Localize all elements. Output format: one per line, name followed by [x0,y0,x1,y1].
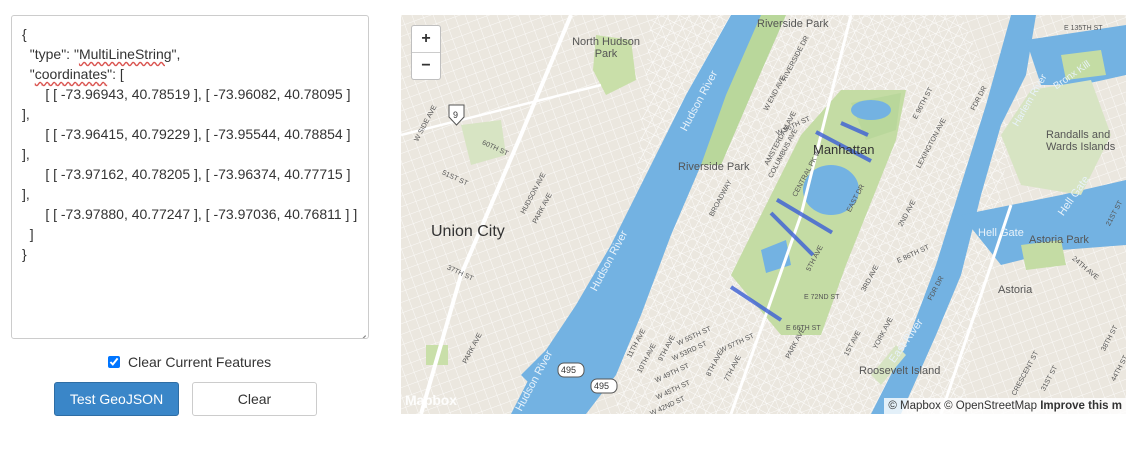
editor-line: ] [22,226,34,242]
clear-features-checkbox[interactable] [108,356,120,368]
editor-type-value: MultiLineString [78,46,172,62]
label-astoria-park: Astoria Park [1029,234,1089,246]
test-geojson-button[interactable]: Test GeoJSON [54,382,179,416]
label-hell-gate: Hell Gate [978,227,1024,239]
label-roosevelt-island: Roosevelt Island [859,365,941,377]
label-randalls-island: Randalls and Wards Islands [1046,129,1116,153]
clear-features-option[interactable]: Clear Current Features [108,353,271,371]
editor-line: ], [22,146,30,162]
label-north-hudson-park: North Hudson Park [572,36,640,60]
geojson-textarea[interactable]: { "type": "MultiLineString", "coordinate… [11,15,369,339]
editor-coordinates-key: coordinates [34,66,108,82]
editor-line: [ [ -73.97162, 40.78205 ], [ -73.96374, … [22,166,351,182]
zoom-control: + − [411,25,441,80]
editor-line: } [22,246,27,262]
editor-line: ], [22,106,30,122]
resize-handle-icon[interactable] [358,328,366,336]
editor-line: [ [ -73.97880, 40.77247 ], [ -73.97036, … [22,206,358,222]
mapbox-logo-icon[interactable]: Mapbox [405,392,457,408]
geojson-panel: { "type": "MultiLineString", "coordinate… [0,0,390,459]
map-attribution: © Mapbox © OpenStreetMap Improve this m [884,398,1126,414]
label-union-city: Union City [431,223,505,240]
label-riverside-park-top: Riverside Park [757,18,829,30]
clear-features-label: Clear Current Features [128,354,272,370]
editor-line: "coordinates": [ [22,66,124,82]
label-riverside-park: Riverside Park [678,161,750,173]
map-canvas [401,15,1126,414]
attribution-osm-link[interactable]: © OpenStreetMap [944,400,1037,412]
clear-button[interactable]: Clear [192,382,317,416]
zoom-out-button[interactable]: − [412,52,440,79]
label-astoria: Astoria [998,284,1033,296]
street-e135: E 135TH ST [1064,25,1103,32]
route-shield-495b-label: 495 [594,381,610,391]
zoom-in-button[interactable]: + [412,26,440,52]
street-e72: E 72ND ST [804,294,840,301]
attribution-improve-link[interactable]: Improve this m [1040,400,1122,412]
editor-line: { [22,26,27,42]
editor-line: "type": "MultiLineString", [22,46,181,62]
map-view[interactable]: 495 495 9 Union City Manhattan Riverside… [401,15,1126,414]
route-shield-9-label: 9 [453,110,459,120]
editor-line: [ [ -73.96415, 40.79229 ], [ -73.95544, … [22,126,351,142]
label-manhattan: Manhattan [813,142,875,157]
editor-line: [ [ -73.96943, 40.78519 ], [ -73.96082, … [22,86,351,102]
editor-line: ], [22,186,30,202]
route-shield-495-label: 495 [561,365,577,375]
attribution-mapbox-link[interactable]: © Mapbox [888,400,941,412]
